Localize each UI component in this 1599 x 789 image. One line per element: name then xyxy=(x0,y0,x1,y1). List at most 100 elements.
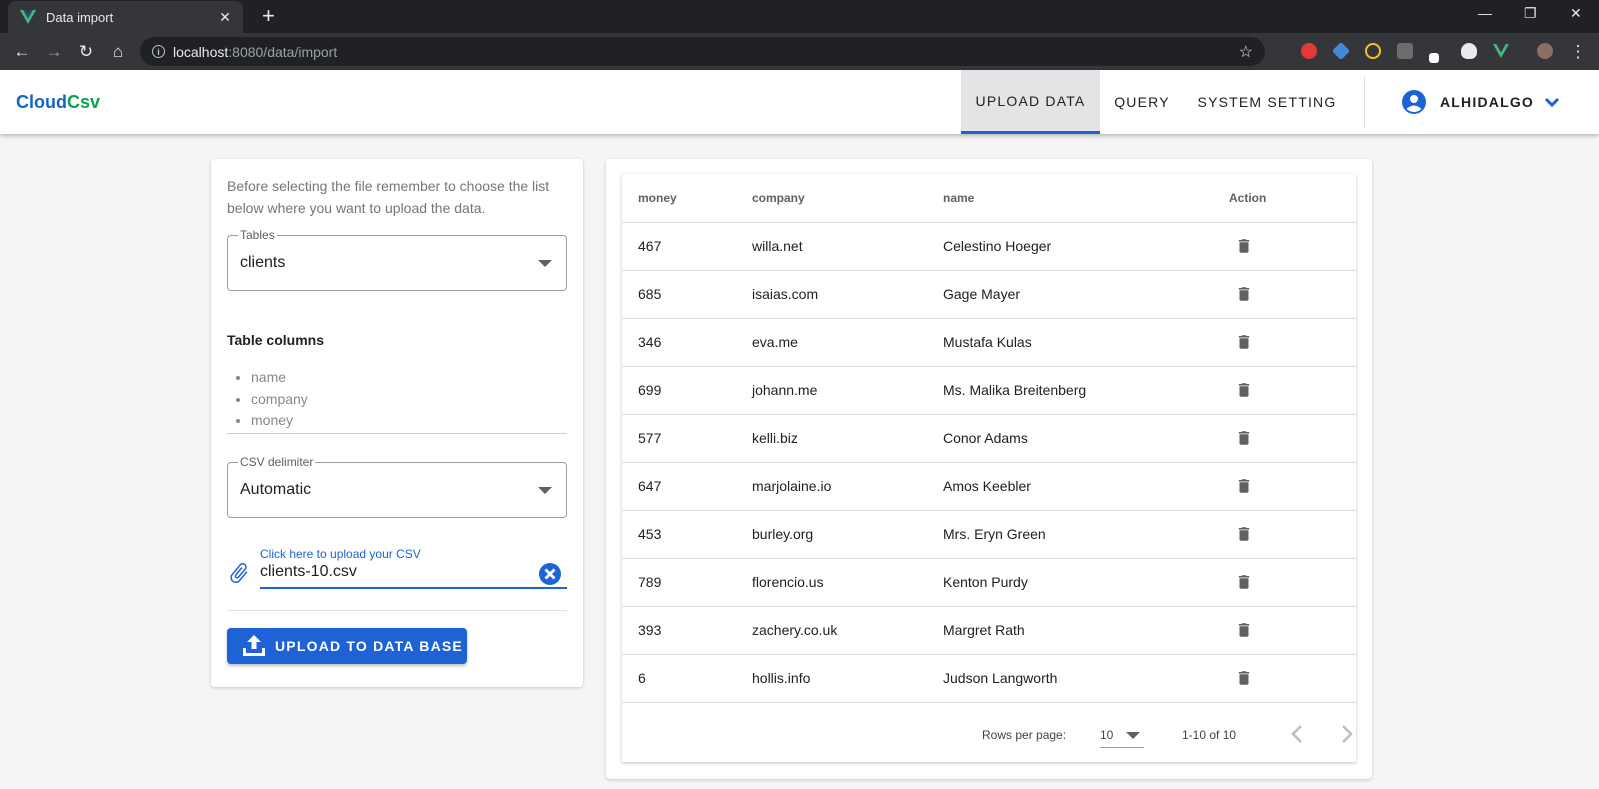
browser-tab[interactable]: Data import ✕ xyxy=(8,1,243,33)
nav-upload-data[interactable]: UPLOAD DATA xyxy=(961,70,1100,134)
extension-circle-icon[interactable] xyxy=(1365,43,1381,59)
table-row: 699 johann.me Ms. Malika Breitenberg xyxy=(622,366,1356,415)
delete-icon[interactable] xyxy=(1235,621,1253,639)
header-company[interactable]: company xyxy=(752,174,943,223)
cell-name: Conor Adams xyxy=(943,414,1229,463)
tab-title: Data import xyxy=(46,9,114,25)
file-input[interactable]: clients-10.csv xyxy=(260,563,357,581)
table-row: 685 isaias.com Gage Mayer xyxy=(622,270,1356,319)
nav-divider xyxy=(1364,76,1365,128)
cell-action xyxy=(1229,414,1356,463)
upload-hint: Before selecting the file remember to ch… xyxy=(227,178,550,216)
table-row: 789 florencio.us Kenton Purdy xyxy=(622,558,1356,607)
extension-pen-icon[interactable] xyxy=(1429,53,1439,63)
header-name[interactable]: name xyxy=(943,174,1229,223)
extension-paw-icon[interactable] xyxy=(1461,43,1477,59)
delete-icon[interactable] xyxy=(1235,477,1253,495)
cell-name: Gage Mayer xyxy=(943,270,1229,319)
reload-icon[interactable]: ↻ xyxy=(76,42,96,62)
cell-money: 577 xyxy=(622,414,752,463)
cell-money: 789 xyxy=(622,558,752,607)
back-icon[interactable]: ← xyxy=(12,42,32,62)
cell-company: kelli.biz xyxy=(752,414,943,463)
upload-to-database-button[interactable]: UPLOAD TO DATA BASE xyxy=(227,628,467,664)
cell-company: isaias.com xyxy=(752,270,943,319)
chevron-right-icon[interactable] xyxy=(1334,722,1358,746)
table-header-row: money company name Action xyxy=(622,174,1356,223)
delimiter-label: CSV delimiter xyxy=(238,455,316,469)
logo-csv: Csv xyxy=(67,92,101,112)
extension-adblock-icon[interactable] xyxy=(1301,43,1317,59)
delete-icon[interactable] xyxy=(1235,525,1253,543)
cell-company: florencio.us xyxy=(752,558,943,607)
forward-icon[interactable]: → xyxy=(44,42,64,62)
cell-company: willa.net xyxy=(752,222,943,271)
chevron-left-icon[interactable] xyxy=(1286,722,1310,746)
cell-company: zachery.co.uk xyxy=(752,606,943,655)
rows-per-page-label: Rows per page: xyxy=(982,728,1067,742)
caret-down-icon xyxy=(538,487,552,494)
cell-money: 699 xyxy=(622,366,752,415)
extension-cube-icon[interactable] xyxy=(1331,41,1351,61)
chevron-down-icon[interactable] xyxy=(1544,94,1560,110)
info-icon[interactable]: i xyxy=(152,45,165,58)
delete-icon[interactable] xyxy=(1235,333,1253,351)
cell-company: burley.org xyxy=(752,510,943,559)
profile-avatar-icon[interactable] xyxy=(1537,43,1553,59)
csv-delimiter-select[interactable]: CSV delimiter Automatic xyxy=(227,455,567,518)
table-row: 467 willa.net Celestino Hoeger xyxy=(622,222,1356,271)
cell-action xyxy=(1229,318,1356,367)
tab-close-icon[interactable]: ✕ xyxy=(217,9,233,26)
delete-icon[interactable] xyxy=(1235,669,1253,687)
window-close-icon[interactable]: ✕ xyxy=(1570,5,1582,22)
cell-action xyxy=(1229,222,1356,271)
nav-system-setting[interactable]: SYSTEM SETTING xyxy=(1184,70,1350,134)
delete-icon[interactable] xyxy=(1235,429,1253,447)
minimize-icon[interactable]: — xyxy=(1478,5,1492,21)
new-tab-icon[interactable]: + xyxy=(262,5,275,27)
account-circle-icon xyxy=(1402,90,1426,114)
delimiter-value: Automatic xyxy=(240,481,312,498)
paperclip-icon[interactable] xyxy=(227,561,251,585)
cell-name: Margret Rath xyxy=(943,606,1229,655)
cell-name: Mrs. Eryn Green xyxy=(943,510,1229,559)
tables-select[interactable]: Tables clients xyxy=(227,228,567,291)
delete-icon[interactable] xyxy=(1235,573,1253,591)
bookmark-star-icon[interactable]: ☆ xyxy=(1239,42,1253,62)
header-money[interactable]: money xyxy=(622,174,752,223)
cell-action xyxy=(1229,366,1356,415)
browser-menu-icon[interactable]: ⋮ xyxy=(1568,42,1588,62)
column-item: company xyxy=(251,389,308,411)
delete-icon[interactable] xyxy=(1235,237,1253,255)
cell-action xyxy=(1229,654,1356,703)
file-input-underline xyxy=(260,587,567,589)
extension-f-icon[interactable] xyxy=(1397,43,1413,59)
column-item: name xyxy=(251,367,308,389)
app-logo[interactable]: CloudCsv xyxy=(16,92,100,113)
extension-vue-devtools-icon[interactable] xyxy=(1493,43,1509,59)
pagination-range: 1-10 of 10 xyxy=(1182,728,1237,742)
restore-icon[interactable]: ❐ xyxy=(1524,5,1537,22)
nav-query[interactable]: QUERY xyxy=(1100,70,1184,134)
delete-icon[interactable] xyxy=(1235,381,1253,399)
user-menu[interactable]: ALHIDALGO xyxy=(1402,90,1560,114)
app-header: CloudCsv UPLOAD DATA QUERY SYSTEM SETTIN… xyxy=(0,70,1599,134)
clear-file-icon[interactable] xyxy=(538,562,562,586)
cell-name: Kenton Purdy xyxy=(943,558,1229,607)
home-icon[interactable]: ⌂ xyxy=(108,42,128,62)
cell-money: 467 xyxy=(622,222,752,271)
user-name: ALHIDALGO xyxy=(1440,94,1535,110)
table-footer: Rows per page: 10 1-10 of 10 xyxy=(622,708,1356,762)
table-row: 453 burley.org Mrs. Eryn Green xyxy=(622,510,1356,559)
url-host: localhost xyxy=(173,43,229,60)
table-columns-title: Table columns xyxy=(227,332,324,348)
table-row: 577 kelli.biz Conor Adams xyxy=(622,414,1356,463)
browser-titlebar: Data import ✕ + — ❐ ✕ xyxy=(0,0,1599,33)
rows-per-page-select[interactable]: 10 xyxy=(1100,722,1144,748)
address-bar[interactable]: i localhost :8080/data/import ☆ xyxy=(140,37,1265,66)
delete-icon[interactable] xyxy=(1235,285,1253,303)
table-columns-list: name company money xyxy=(251,367,308,432)
cell-company: marjolaine.io xyxy=(752,462,943,511)
upload-card: Before selecting the file remember to ch… xyxy=(211,159,583,687)
cell-money: 453 xyxy=(622,510,752,559)
